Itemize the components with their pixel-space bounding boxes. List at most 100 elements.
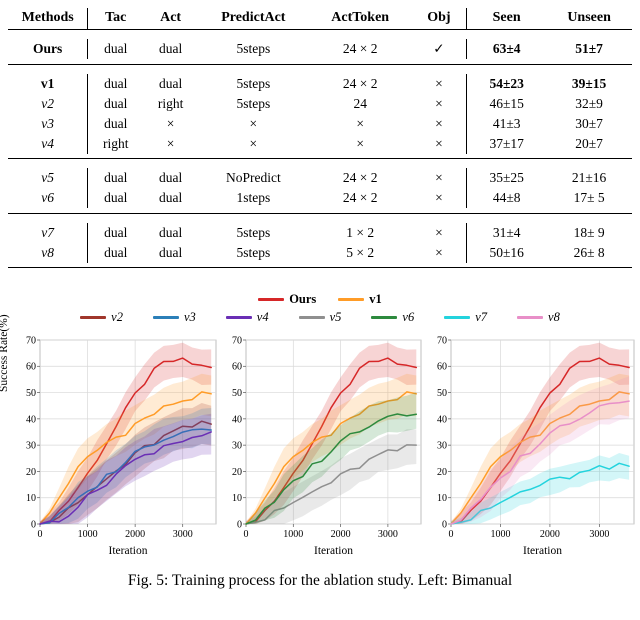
cell-predictact: 5steps xyxy=(236,41,271,56)
cell-act: dual xyxy=(158,41,183,56)
cell-unseen: 20±7 xyxy=(575,135,603,151)
cell-unseen: 18± 9 xyxy=(573,224,605,240)
cell-tac: dual xyxy=(87,242,144,263)
svg-text:3000: 3000 xyxy=(378,529,398,540)
svg-text:1000: 1000 xyxy=(78,529,98,540)
cell-predictact: × xyxy=(249,115,258,131)
legend-swatch-icon xyxy=(258,298,285,301)
cell-obj: × xyxy=(435,135,443,151)
chart-svg-middle: 0 10 20 30 40 50 60 70 0 1000 2000 3000 Iteration xyxy=(232,335,422,557)
cell-tac: dual xyxy=(87,222,144,243)
cell-unseen: 17± 5 xyxy=(573,190,605,205)
cell-obj: × xyxy=(435,115,443,131)
table-row: v2 dual right 5steps 24 × 46±15 32±9 xyxy=(8,93,632,114)
cell-acttoken: 24 × 2 xyxy=(342,75,378,91)
cell-seen: 44±8 xyxy=(466,188,547,208)
svg-text:40: 40 xyxy=(232,414,242,425)
svg-text:0: 0 xyxy=(449,529,454,540)
legend-swatch-icon xyxy=(152,316,179,319)
cell-tac: dual xyxy=(87,39,144,59)
table-row: v3 dual × × × × 41±3 30±7 xyxy=(8,113,632,134)
cell-obj: × xyxy=(435,224,443,240)
legend-item-v6: v6 xyxy=(371,310,414,325)
cell-method: v7 xyxy=(41,224,55,240)
y-axis-label-left: Success Rate(%) xyxy=(0,314,10,392)
legend-row-variants: v2 v3 v4 v5 v6 v7 v8 xyxy=(0,310,640,325)
figure-caption: Fig. 5: Training process for the ablatio… xyxy=(127,572,513,589)
legend-item-v2: v2 xyxy=(80,310,123,325)
svg-text:50: 50 xyxy=(232,388,242,399)
legend-swatch-icon xyxy=(517,316,544,319)
cell-method: v2 xyxy=(41,95,55,111)
cell-predictact: × xyxy=(249,135,258,151)
cell-tac: dual xyxy=(87,113,144,134)
table-row: v5 dual dual NoPredict 24 × 2 × 35±25 21±16 xyxy=(8,168,632,188)
svg-text:20: 20 xyxy=(26,467,36,478)
legend-label: v1 xyxy=(369,292,382,306)
svg-text:40: 40 xyxy=(26,414,36,425)
svg-text:20: 20 xyxy=(437,467,447,478)
svg-text:0: 0 xyxy=(442,519,447,530)
table-row: v1 dual dual 5steps 24 × 2 × 54±23 39±15 xyxy=(8,73,632,94)
legend-item-v3: v3 xyxy=(152,310,196,325)
th-methods: Methods xyxy=(21,10,74,25)
cell-act: × xyxy=(166,115,175,131)
svg-text:50: 50 xyxy=(437,388,447,399)
legend-swatch-icon xyxy=(338,298,365,301)
legend-swatch-icon xyxy=(444,316,471,319)
figure-panels: Success Rate(%) 0 10 20 30 40 50 60 70 0 1000 2000… xyxy=(0,314,640,564)
th-obj: Obj xyxy=(427,10,451,25)
svg-text:1000: 1000 xyxy=(283,529,303,540)
cell-act: × xyxy=(166,135,175,151)
legend-label: v7 xyxy=(475,310,488,324)
cell-predictact: 5steps xyxy=(236,95,271,111)
figure-legend: Ours v1 v2 v3 v4 v5 v6 v7 v8 xyxy=(0,292,640,325)
svg-text:30: 30 xyxy=(26,441,36,452)
cell-method: v1 xyxy=(40,75,55,91)
svg-text:70: 70 xyxy=(232,335,242,346)
cell-seen: 31±4 xyxy=(466,222,547,243)
cell-seen: 50±16 xyxy=(466,242,547,263)
svg-text:50: 50 xyxy=(26,388,36,399)
legend-label: v4 xyxy=(256,310,269,324)
cell-act: dual xyxy=(158,75,183,91)
chart-panel-middle: 0 10 20 30 40 50 60 70 0 1000 2000 3000 Iteration xyxy=(222,332,427,564)
cell-seen: 41±3 xyxy=(466,113,547,134)
table-header-row: Methods Tac Act PredictAct ActToken Obj … xyxy=(8,8,632,30)
cell-unseen: 32±9 xyxy=(575,95,603,111)
svg-text:2000: 2000 xyxy=(540,529,560,540)
table-row: v7 dual dual 5steps 1 × 2 × 31±4 18± 9 xyxy=(8,222,632,243)
cell-method: v5 xyxy=(41,170,55,185)
cell-acttoken: 24 xyxy=(353,95,367,111)
svg-text:10: 10 xyxy=(437,493,447,504)
svg-text:60: 60 xyxy=(26,362,36,373)
legend-label: v6 xyxy=(402,310,415,324)
ablation-table-wrapper: Methods Tac Act PredictAct ActToken Obj … xyxy=(8,8,632,272)
cell-predictact: 5steps xyxy=(236,224,271,240)
svg-text:70: 70 xyxy=(437,335,447,346)
svg-text:60: 60 xyxy=(437,362,447,373)
table-head: Methods Tac Act PredictAct ActToken Obj … xyxy=(8,8,632,30)
svg-text:1000: 1000 xyxy=(490,529,510,540)
svg-text:30: 30 xyxy=(437,441,447,452)
cell-predictact: 5steps xyxy=(236,244,271,260)
svg-text:Iteration: Iteration xyxy=(314,545,353,557)
th-unseen: Unseen xyxy=(567,10,611,25)
table-row: v6 dual dual 1steps 24 × 2 × 44±8 17± 5 xyxy=(8,188,632,208)
legend-swatch-icon xyxy=(298,316,325,319)
svg-text:2000: 2000 xyxy=(331,529,351,540)
svg-text:10: 10 xyxy=(26,493,36,504)
svg-text:70: 70 xyxy=(26,335,36,346)
svg-text:Iteration: Iteration xyxy=(109,545,148,557)
cell-seen: 63±4 xyxy=(466,39,547,59)
cell-method: v4 xyxy=(41,135,55,151)
cell-tac: dual xyxy=(87,188,144,208)
cell-obj: × xyxy=(435,170,443,185)
legend-label: v3 xyxy=(183,310,196,324)
cell-predictact: 1steps xyxy=(236,190,271,205)
cell-tac: dual xyxy=(87,93,144,114)
table-row: Ours dual dual 5steps 24 × 2 ✓ 63±4 51±7 xyxy=(8,39,632,59)
cell-obj: × xyxy=(435,190,443,205)
cell-tac: right xyxy=(87,133,144,154)
th-predictact: PredictAct xyxy=(221,10,286,25)
